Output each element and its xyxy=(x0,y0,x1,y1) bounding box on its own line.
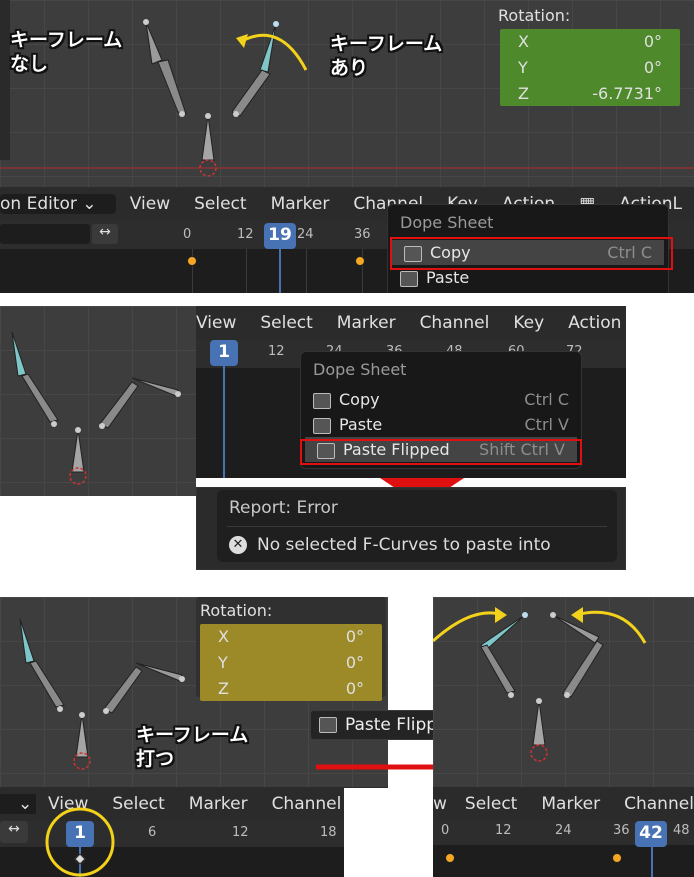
editor-dropdown[interactable]: ⌄ xyxy=(0,794,36,814)
rotation-title: Rotation: xyxy=(498,6,571,25)
menu-marker[interactable]: Marker xyxy=(259,194,342,214)
copy-icon xyxy=(313,392,331,409)
menu-view[interactable]: View xyxy=(196,313,248,333)
menu-marker[interactable]: Marker xyxy=(177,794,260,814)
playhead-4[interactable]: 42 xyxy=(635,821,667,847)
menu-view[interactable]: View xyxy=(118,194,182,214)
menu-title: Dope Sheet xyxy=(400,213,494,232)
menu-view[interactable]: w xyxy=(433,794,453,814)
armature-2 xyxy=(11,331,181,485)
menu-marker[interactable]: Marker xyxy=(529,794,612,814)
editor-type-dropdown[interactable]: on Editor ⌄ xyxy=(0,194,116,214)
rotation-z-field[interactable]: Z -6.7731° xyxy=(500,81,680,106)
paste-flipped-icon xyxy=(319,717,337,733)
menu-channel[interactable]: Channel xyxy=(260,794,354,814)
label-no-keyframe: キーフレーム なし xyxy=(10,29,123,75)
bone-root xyxy=(201,115,215,161)
menu-key[interactable]: Key xyxy=(501,313,556,333)
report-title: Report: Error xyxy=(229,498,338,518)
paste-icon xyxy=(400,270,418,287)
menu-marker[interactable]: Marker xyxy=(325,313,408,333)
swap-icon[interactable]: ↔ xyxy=(0,821,28,843)
rotation-panel: Rotation: X 0° Y 0° Z -6.7731° xyxy=(496,2,684,106)
bone-left-lower xyxy=(157,59,187,115)
swap-icon[interactable]: ↔ xyxy=(92,224,118,244)
menu-select[interactable]: Select xyxy=(248,313,324,333)
menu-channel[interactable]: Channel xyxy=(408,313,502,333)
rotation-y-field[interactable]: Y 0° xyxy=(500,55,680,80)
menu-view[interactable]: View xyxy=(36,794,100,814)
keyframe[interactable] xyxy=(355,256,365,266)
panel-4: w Select Marker Channel 0 12 24 36 48 42 xyxy=(433,597,694,877)
rotation-title: Rotation: xyxy=(200,601,273,620)
highlight-paste-flipped xyxy=(300,439,582,465)
playhead-1[interactable]: 19 xyxy=(264,223,296,249)
playhead-2[interactable]: 1 xyxy=(210,340,238,366)
error-icon: ✕ xyxy=(229,536,247,554)
copy-item[interactable]: Copy Ctrl C xyxy=(301,387,581,412)
highlight-copy xyxy=(390,237,673,270)
error-report: Report: Error ✕ No selected F-Curves to … xyxy=(196,487,626,570)
viewport-1[interactable]: キーフレーム なし キーフレーム あり Rotation: X 0° Y 0° Z -6.… xyxy=(0,0,694,187)
rotation-x-field[interactable]: X 0° xyxy=(200,624,382,649)
paste-item[interactable]: Paste Ctrl V xyxy=(301,412,581,437)
label-has-keyframe: キーフレーム あり xyxy=(330,33,443,79)
search-field[interactable] xyxy=(0,224,90,244)
rotation-panel-3: Rotation: X 0° Y 0° Z 0° xyxy=(196,597,386,701)
bone-right-upper-selected xyxy=(259,23,277,73)
menubar-4: w Select Marker Channel xyxy=(433,787,694,821)
menu-select[interactable]: Select xyxy=(100,794,176,814)
menubar-3: ⌄ View Select Marker Channel xyxy=(0,787,388,821)
menu-action[interactable]: Action xyxy=(556,313,626,333)
rotation-z-field[interactable]: Z 0° xyxy=(200,676,382,701)
keyframe[interactable] xyxy=(187,256,197,266)
menu-channel[interactable]: Channel xyxy=(612,794,694,814)
panel-2-viewport[interactable] xyxy=(0,306,196,496)
panel-2-editor: View Select Marker Channel Key Action 12… xyxy=(196,306,626,478)
keyframe[interactable] xyxy=(612,853,622,863)
panel-1: キーフレーム なし キーフレーム あり Rotation: X 0° Y 0° Z -6.… xyxy=(0,0,694,293)
bone-right-lower xyxy=(231,69,271,117)
viewport-4[interactable] xyxy=(433,597,694,787)
menu-select[interactable]: Select xyxy=(453,794,529,814)
label-insert-keyframe: キーフレーム 打つ xyxy=(136,724,249,770)
report-message: No selected F-Curves to paste into xyxy=(257,535,551,555)
bone-left-upper xyxy=(145,21,163,65)
timeline-3[interactable]: ↔ 6 12 18 1 xyxy=(0,821,388,877)
rotation-y-field[interactable]: Y 0° xyxy=(200,650,382,675)
menubar-2: View Select Marker Channel Key Action xyxy=(196,306,626,340)
viewport-3[interactable]: キーフレーム 打つ Rotation: X 0° Y 0° Z 0° xyxy=(0,597,388,787)
menu-select[interactable]: Select xyxy=(182,194,258,214)
timeline-4[interactable]: 0 12 24 36 48 42 xyxy=(433,821,694,877)
playhead-3[interactable]: 1 xyxy=(66,821,94,847)
keyframe[interactable] xyxy=(445,853,455,863)
rotation-x-field[interactable]: X 0° xyxy=(500,29,680,54)
paste-icon xyxy=(313,417,331,434)
armature-4 xyxy=(433,607,647,762)
menu-title: Dope Sheet xyxy=(313,360,407,379)
